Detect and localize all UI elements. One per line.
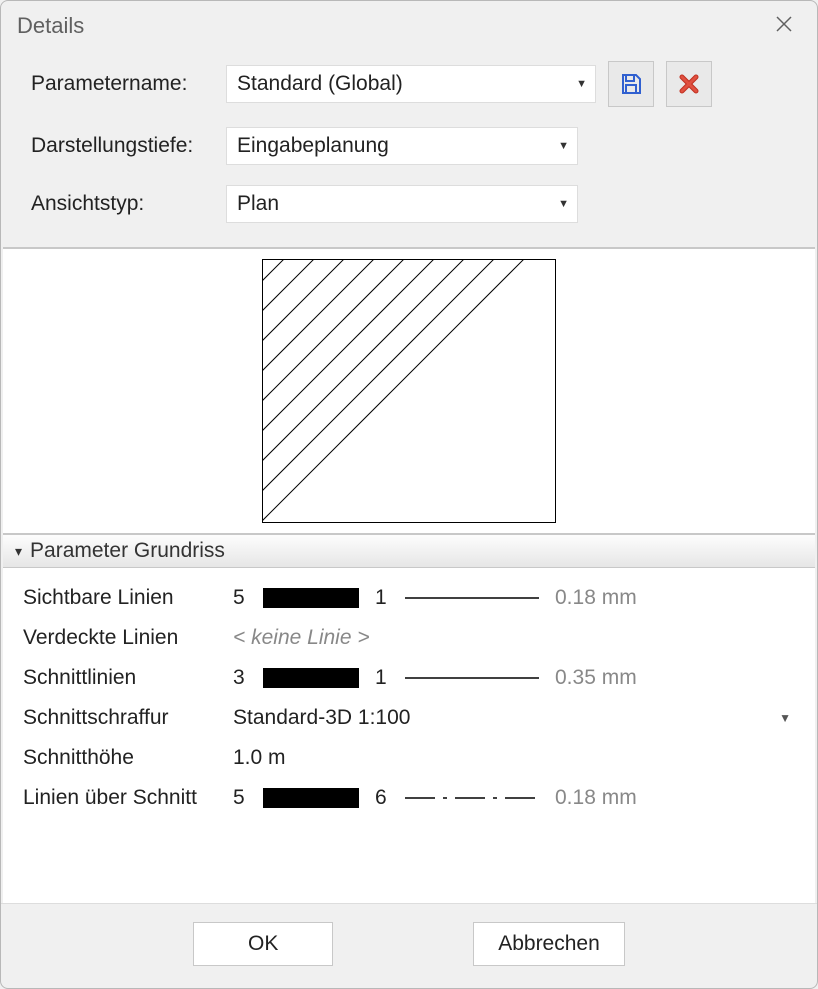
style-index: 1 (375, 666, 395, 690)
ok-button[interactable]: OK (193, 922, 333, 966)
delete-icon (677, 72, 701, 96)
label-visible-lines: Sichtbare Linien (23, 586, 233, 610)
preview-area (3, 247, 815, 535)
label-section-hatch: Schnittschraffur (23, 706, 233, 730)
row-section-lines[interactable]: Schnittlinien 3 1 0.35 mm (23, 658, 799, 698)
combo-display-depth[interactable]: Eingabeplanung ▼ (226, 127, 578, 165)
label-display-depth: Darstellungstiefe: (31, 134, 226, 158)
top-form: Parametername: Standard (Global) ▼ (1, 49, 817, 247)
row-hidden-lines[interactable]: Verdeckte Linien < keine Linie > (23, 618, 799, 658)
color-swatch (263, 588, 359, 608)
row-visible-lines[interactable]: Sichtbare Linien 5 1 0.18 mm (23, 578, 799, 618)
row-display-depth: Darstellungstiefe: Eingabeplanung ▼ (31, 127, 793, 165)
value-hidden-lines: < keine Linie > (233, 626, 799, 650)
value-visible-lines: 5 1 0.18 mm (233, 586, 799, 610)
chevron-down-icon: ▼ (558, 198, 569, 210)
label-lines-above: Linien über Schnitt (23, 786, 233, 810)
style-index: 1 (375, 586, 395, 610)
details-dialog: Details Parametername: Standard (Global)… (0, 0, 818, 989)
thickness-value: 0.18 mm (555, 786, 637, 810)
params-panel: Sichtbare Linien 5 1 0.18 mm Verdeckte L… (3, 568, 815, 903)
thickness-value: 0.35 mm (555, 666, 637, 690)
button-bar: OK Abbrechen (1, 903, 817, 988)
line-style-icon (405, 588, 539, 608)
value-lines-above: 5 6 0.18 mm (233, 786, 799, 810)
label-section-lines: Schnittlinien (23, 666, 233, 690)
combo-parameter-name-value: Standard (Global) (237, 72, 403, 96)
hatch-preview (262, 259, 556, 523)
thickness-value: 0.18 mm (555, 586, 637, 610)
row-view-type: Ansichtstyp: Plan ▼ (31, 185, 793, 223)
section-title: Parameter Grundriss (30, 539, 225, 563)
label-parameter-name: Parametername: (31, 72, 226, 96)
combo-view-type-value: Plan (237, 192, 279, 216)
delete-button[interactable] (666, 61, 712, 107)
row-section-height[interactable]: Schnitthöhe 1.0 m (23, 738, 799, 778)
row-parameter-name: Parametername: Standard (Global) ▼ (31, 61, 793, 107)
style-index: 6 (375, 786, 395, 810)
combo-display-depth-value: Eingabeplanung (237, 134, 389, 158)
label-hidden-lines: Verdeckte Linien (23, 626, 233, 650)
line-style-icon (405, 668, 539, 688)
height-value: 1.0 m (233, 746, 286, 770)
chevron-down-icon: ▼ (779, 711, 791, 725)
color-swatch (263, 668, 359, 688)
combo-view-type[interactable]: Plan ▼ (226, 185, 578, 223)
label-section-height: Schnitthöhe (23, 746, 233, 770)
no-line-text: < keine Linie > (233, 626, 370, 650)
value-section-lines: 3 1 0.35 mm (233, 666, 799, 690)
row-section-hatch[interactable]: Schnittschraffur Standard-3D 1:100 ▼ (23, 698, 799, 738)
value-section-height: 1.0 m (233, 746, 799, 770)
close-icon[interactable] (767, 9, 801, 43)
chevron-down-icon: ▼ (576, 78, 587, 90)
color-index: 3 (233, 666, 253, 690)
dialog-title: Details (17, 13, 84, 39)
row-lines-above[interactable]: Linien über Schnitt 5 6 0.18 mm (23, 778, 799, 818)
save-icon (619, 72, 643, 96)
hatch-name: Standard-3D 1:100 (233, 706, 410, 730)
combo-parameter-name[interactable]: Standard (Global) ▼ (226, 65, 596, 103)
chevron-down-icon: ▼ (558, 140, 569, 152)
section-header-grundriss[interactable]: ▾ Parameter Grundriss (3, 535, 815, 568)
value-section-hatch: Standard-3D 1:100 ▼ (233, 706, 799, 730)
chevron-down-icon: ▾ (15, 543, 22, 560)
titlebar: Details (1, 1, 817, 49)
color-swatch (263, 788, 359, 808)
cancel-button[interactable]: Abbrechen (473, 922, 625, 966)
line-style-icon (405, 788, 539, 808)
color-index: 5 (233, 786, 253, 810)
save-button[interactable] (608, 61, 654, 107)
color-index: 5 (233, 586, 253, 610)
label-view-type: Ansichtstyp: (31, 192, 226, 216)
